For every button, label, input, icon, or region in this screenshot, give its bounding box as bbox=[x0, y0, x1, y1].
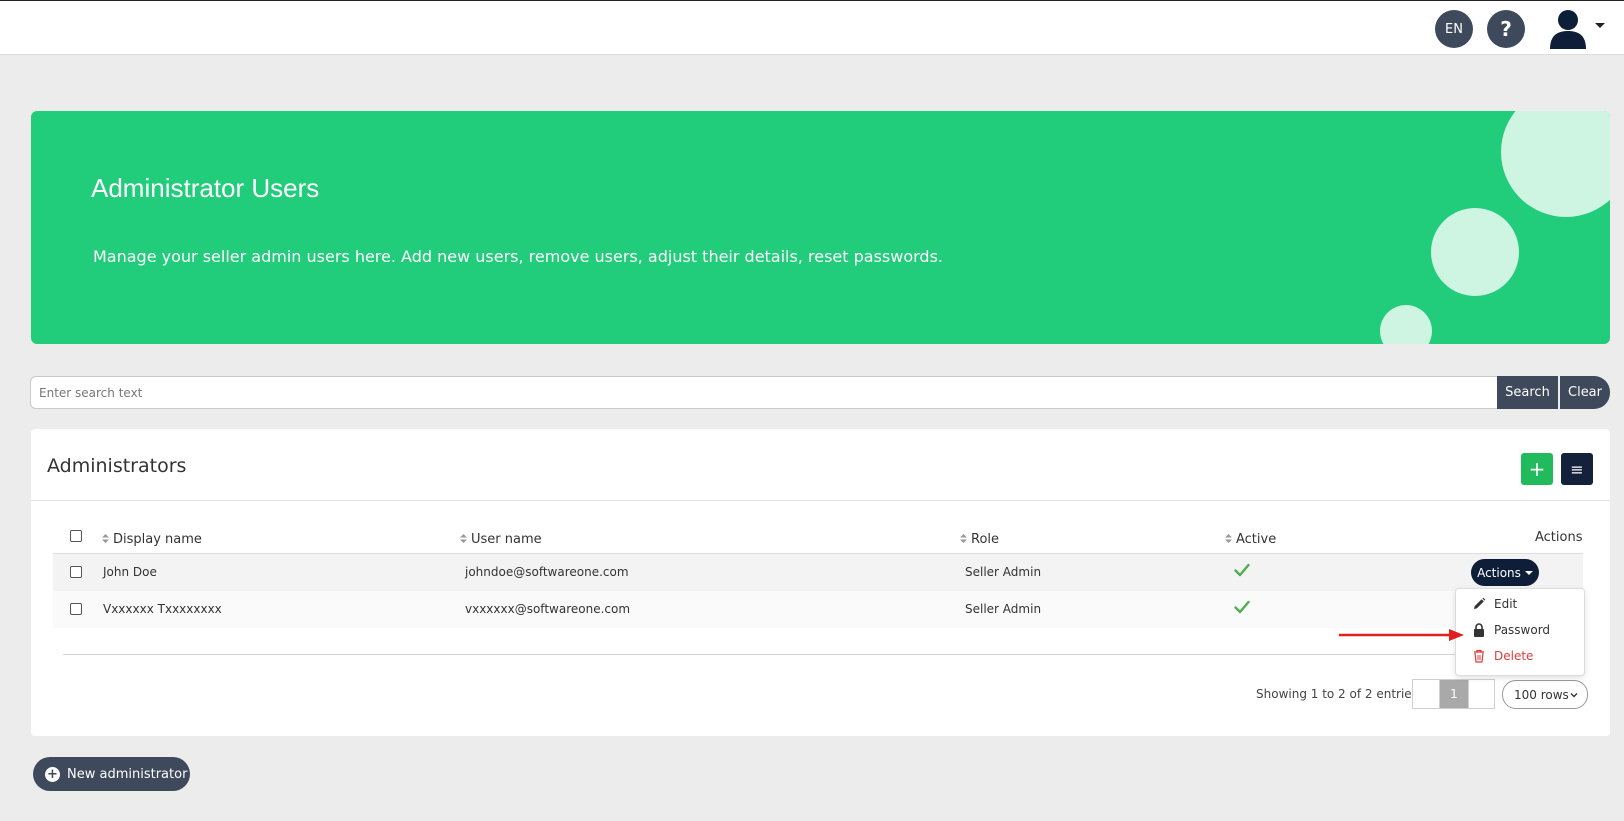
language-button[interactable]: EN bbox=[1435, 10, 1473, 48]
table-row: Vxxxxxx Txxxxxxxx vxxxxxx@softwareone.co… bbox=[53, 591, 1583, 628]
sort-icon bbox=[960, 534, 967, 543]
next-page-button[interactable] bbox=[1468, 680, 1494, 708]
current-page-button[interactable]: 1 bbox=[1440, 680, 1468, 708]
add-button[interactable]: + bbox=[1521, 453, 1553, 485]
clear-button[interactable]: Clear bbox=[1560, 376, 1610, 409]
divider bbox=[63, 654, 1583, 655]
column-label: Active bbox=[1236, 532, 1277, 547]
column-label: User name bbox=[471, 532, 542, 547]
role-cell: Seller Admin bbox=[965, 602, 1042, 616]
actions-button[interactable]: Actions bbox=[1471, 559, 1539, 586]
rows-per-page-value: 100 rows bbox=[1514, 687, 1569, 702]
decorative-circle bbox=[1501, 111, 1610, 217]
select-all-checkbox[interactable] bbox=[70, 530, 82, 542]
role-cell: Seller Admin bbox=[965, 565, 1042, 579]
pagination-info: Showing 1 to 2 of 2 entries bbox=[1256, 687, 1418, 701]
sort-icon bbox=[460, 534, 467, 543]
previous-page-button[interactable] bbox=[1413, 680, 1440, 708]
user-name-cell: vxxxxxx@softwareone.com bbox=[465, 602, 631, 616]
column-menu-button[interactable]: ≡ bbox=[1561, 453, 1593, 485]
menu-item-edit[interactable]: Edit bbox=[1472, 597, 1517, 611]
decorative-circle bbox=[1431, 208, 1519, 296]
top-bar: EN ? bbox=[0, 0, 1624, 55]
column-header-role[interactable]: Role bbox=[960, 532, 999, 547]
help-button[interactable]: ? bbox=[1487, 10, 1525, 48]
menu-item-label: Password bbox=[1494, 623, 1551, 637]
chevron-down-icon[interactable] bbox=[1595, 23, 1605, 28]
row-checkbox[interactable] bbox=[70, 603, 82, 615]
display-name-cell: Vxxxxxx Txxxxxxxx bbox=[103, 602, 222, 616]
row-checkbox[interactable] bbox=[70, 566, 82, 578]
actions-dropdown-menu: Edit Password Delete bbox=[1455, 588, 1585, 676]
rows-per-page-select[interactable]: 100 rows bbox=[1502, 680, 1588, 709]
page-title: Administrator Users bbox=[91, 173, 320, 203]
administrators-panel: Administrators + ≡ Display name User nam… bbox=[31, 429, 1610, 736]
table-row: John Doe johndoe@softwareone.com Seller … bbox=[53, 554, 1583, 591]
user-avatar-icon[interactable] bbox=[1548, 7, 1588, 49]
menu-item-label: Delete bbox=[1494, 649, 1534, 663]
column-header-active[interactable]: Active bbox=[1225, 532, 1276, 547]
divider bbox=[31, 500, 1610, 501]
search-bar: Search Clear bbox=[30, 376, 1610, 409]
decorative-circle bbox=[1380, 305, 1432, 344]
sort-icon bbox=[1225, 534, 1232, 543]
panel-title: Administrators bbox=[47, 455, 187, 477]
user-name-cell: johndoe@softwareone.com bbox=[465, 565, 629, 579]
checkmark-icon bbox=[1234, 563, 1250, 577]
new-administrator-label: New administrator bbox=[67, 766, 188, 782]
column-header-display-name[interactable]: Display name bbox=[102, 532, 202, 547]
checkmark-icon bbox=[1234, 600, 1250, 614]
caret-down-icon bbox=[1524, 570, 1533, 575]
chevron-down-icon bbox=[1570, 693, 1578, 698]
display-name-cell: John Doe bbox=[103, 565, 157, 579]
hero-banner: Administrator Users Manage your seller a… bbox=[31, 111, 1610, 344]
plus-circle-icon: + bbox=[45, 766, 60, 782]
search-button[interactable]: Search bbox=[1497, 376, 1558, 409]
search-input[interactable] bbox=[30, 376, 1497, 409]
actions-button-label: Actions bbox=[1477, 565, 1521, 580]
sort-icon bbox=[102, 534, 109, 543]
column-label: Display name bbox=[113, 532, 202, 547]
new-administrator-button[interactable]: + New administrator bbox=[33, 757, 190, 791]
column-header-user-name[interactable]: User name bbox=[460, 532, 542, 547]
annotation-arrow-icon bbox=[1339, 629, 1464, 641]
column-header-actions: Actions bbox=[1535, 530, 1583, 545]
pagination: 1 bbox=[1412, 679, 1495, 709]
menu-item-delete[interactable]: Delete bbox=[1472, 649, 1533, 663]
menu-item-label: Edit bbox=[1494, 597, 1518, 611]
column-label: Role bbox=[971, 532, 1000, 547]
pencil-icon bbox=[1474, 597, 1486, 609]
lock-icon bbox=[1474, 623, 1484, 637]
menu-item-password[interactable]: Password bbox=[1472, 623, 1550, 637]
page-description: Manage your seller admin users here. Add… bbox=[93, 247, 943, 266]
trash-icon bbox=[1474, 649, 1484, 663]
